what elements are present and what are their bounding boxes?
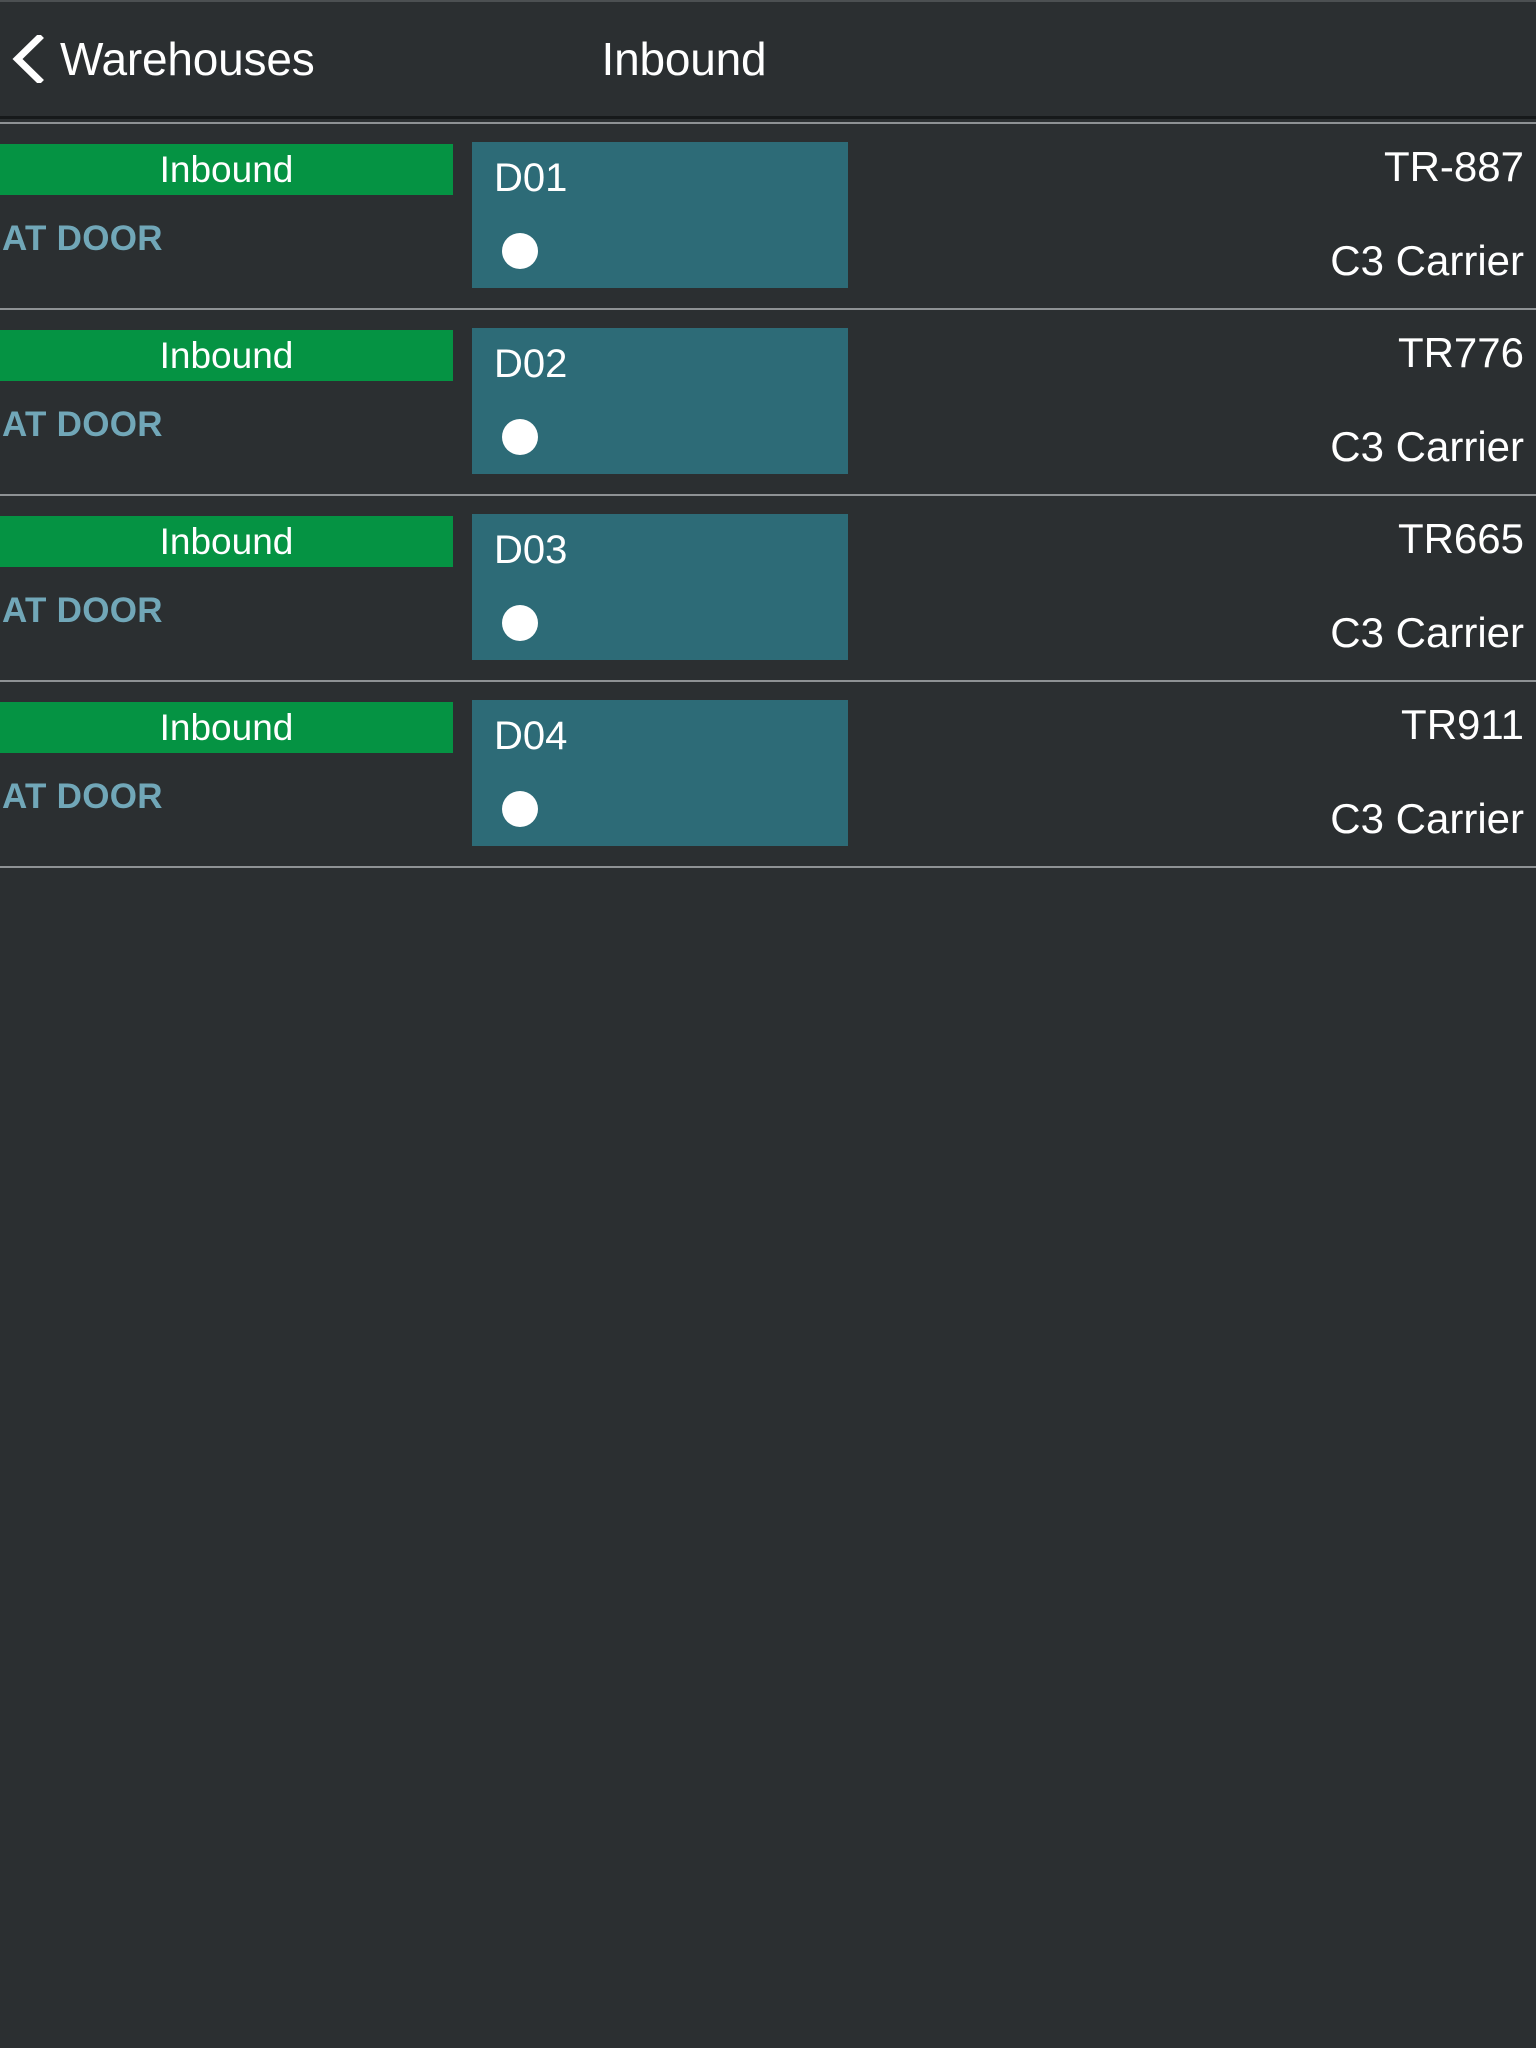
direction-badge-label: Inbound — [159, 707, 294, 748]
status-badge: AT DOOR — [2, 591, 163, 630]
row-trailer-column: TR911 C3 Carrier — [1330, 682, 1524, 840]
occupied-dot-icon — [502, 419, 538, 455]
status-badge: AT DOOR — [2, 777, 163, 816]
status-badge: AT DOOR — [2, 405, 163, 444]
carrier-name: C3 Carrier — [1330, 609, 1524, 656]
row-trailer-column: TR776 C3 Carrier — [1330, 310, 1524, 468]
navigation-bar: Warehouses Inbound — [0, 0, 1536, 119]
dock-door-list: Inbound AT DOOR D01 TR-887 C3 Carrier In… — [0, 124, 1536, 868]
table-row[interactable]: Inbound AT DOOR D01 TR-887 C3 Carrier — [0, 124, 1536, 310]
door-label: D01 — [494, 156, 568, 200]
door-label: D02 — [494, 342, 568, 386]
direction-badge-label: Inbound — [159, 335, 294, 376]
direction-badge: Inbound — [0, 330, 453, 381]
trailer-id: TR911 — [1401, 701, 1524, 748]
door-label: D04 — [494, 714, 568, 758]
carrier-name: C3 Carrier — [1330, 423, 1524, 470]
trailer-id: TR665 — [1397, 515, 1524, 562]
row-trailer-column: TR-887 C3 Carrier — [1330, 124, 1524, 282]
direction-badge-label: Inbound — [159, 521, 294, 562]
occupied-dot-icon — [502, 791, 538, 827]
row-trailer-column: TR665 C3 Carrier — [1330, 496, 1524, 654]
direction-badge: Inbound — [0, 516, 453, 567]
table-row[interactable]: Inbound AT DOOR D02 TR776 C3 Carrier — [0, 310, 1536, 496]
chevron-left-icon — [12, 35, 44, 83]
trailer-id: TR-887 — [1383, 143, 1524, 190]
row-status-column: Inbound AT DOOR — [0, 682, 453, 814]
occupied-dot-icon — [502, 233, 538, 269]
direction-badge: Inbound — [0, 702, 453, 753]
trailer-id: TR776 — [1397, 329, 1524, 376]
direction-badge-label: Inbound — [159, 149, 294, 190]
direction-badge: Inbound — [0, 144, 453, 195]
door-tile[interactable]: D01 — [472, 142, 848, 288]
table-row[interactable]: Inbound AT DOOR D04 TR911 C3 Carrier — [0, 682, 1536, 868]
occupied-dot-icon — [502, 605, 538, 641]
row-status-column: Inbound AT DOOR — [0, 496, 453, 628]
status-badge: AT DOOR — [2, 219, 163, 258]
door-label: D03 — [494, 528, 568, 572]
back-button-label: Warehouses — [60, 33, 315, 85]
table-row[interactable]: Inbound AT DOOR D03 TR665 C3 Carrier — [0, 496, 1536, 682]
carrier-name: C3 Carrier — [1330, 237, 1524, 284]
back-button[interactable]: Warehouses — [0, 2, 315, 116]
navigation-bar-content: Warehouses Inbound — [0, 2, 1536, 116]
row-status-column: Inbound AT DOOR — [0, 310, 453, 442]
door-tile[interactable]: D03 — [472, 514, 848, 660]
row-status-column: Inbound AT DOOR — [0, 124, 453, 256]
door-tile[interactable]: D02 — [472, 328, 848, 474]
door-tile[interactable]: D04 — [472, 700, 848, 846]
carrier-name: C3 Carrier — [1330, 795, 1524, 842]
